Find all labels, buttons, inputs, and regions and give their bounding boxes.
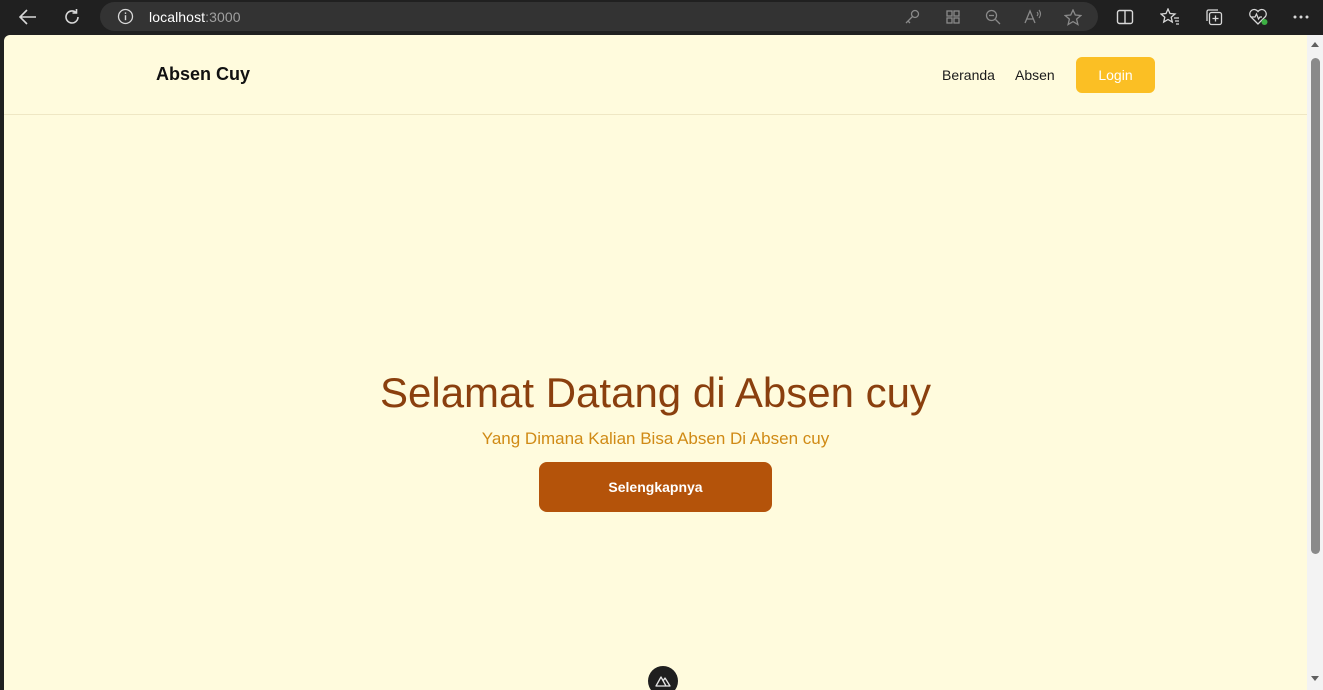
browser-toolbar: localhost:3000 [0, 0, 1323, 34]
url-port: :3000 [205, 9, 241, 25]
read-aloud-icon[interactable] [1022, 6, 1044, 28]
hero-subtitle: Yang Dimana Kalian Bisa Absen Di Absen c… [481, 429, 830, 448]
browser-essentials-icon[interactable] [1242, 3, 1274, 31]
key-icon[interactable] [901, 6, 923, 28]
more-options-icon[interactable] [1285, 3, 1317, 31]
address-bar[interactable]: localhost:3000 [100, 2, 1098, 31]
favorite-star-icon[interactable] [1062, 6, 1084, 28]
refresh-icon[interactable] [56, 3, 88, 31]
url-host: localhost [149, 9, 206, 25]
split-screen-icon[interactable] [1109, 3, 1141, 31]
site-navbar: Absen Cuy Beranda Absen Login [4, 35, 1307, 115]
back-icon[interactable] [12, 3, 44, 31]
scroll-up-arrow-icon[interactable] [1307, 37, 1323, 51]
hero-title: Selamat Datang di Absen cuy [379, 369, 931, 416]
scroll-thumb[interactable] [1311, 58, 1320, 554]
nav-link-absen[interactable]: Absen [1015, 67, 1055, 83]
favorites-icon[interactable] [1154, 3, 1186, 31]
login-button[interactable]: Login [1076, 57, 1155, 93]
site-info-icon[interactable] [117, 8, 134, 25]
scroll-down-arrow-icon[interactable] [1307, 671, 1323, 685]
selengkapnya-button[interactable]: Selengkapnya [539, 462, 772, 512]
nav-link-beranda[interactable]: Beranda [942, 67, 995, 83]
url-text[interactable]: localhost:3000 [149, 9, 241, 25]
nuxt-devtools-icon[interactable] [648, 666, 678, 690]
zoom-out-icon[interactable] [982, 6, 1004, 28]
brand-logo[interactable]: Absen Cuy [156, 64, 250, 85]
page-viewport: Absen Cuy Beranda Absen Login Selamat Da… [4, 35, 1323, 690]
page-scrollbar[interactable] [1307, 35, 1323, 690]
app-available-icon[interactable] [942, 6, 964, 28]
collections-icon[interactable] [1198, 3, 1230, 31]
